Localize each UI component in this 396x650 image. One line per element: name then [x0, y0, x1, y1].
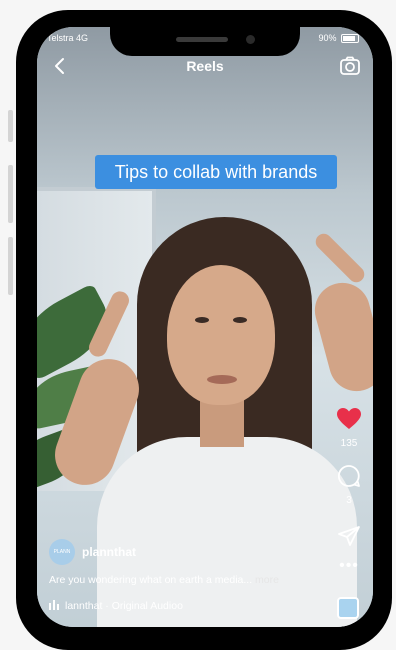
- audio-thumbnail[interactable]: [337, 597, 359, 619]
- more-icon[interactable]: •••: [333, 558, 365, 574]
- username[interactable]: plannthat: [82, 545, 136, 559]
- volume-down-button: [8, 237, 13, 295]
- person-eye: [233, 317, 247, 323]
- carrier-status: Telstra 4G: [47, 33, 88, 43]
- heart-icon[interactable]: [337, 408, 361, 430]
- battery-icon: [341, 34, 359, 44]
- carrier-name: Telstra: [47, 33, 74, 43]
- post-description[interactable]: Are you wondering what on earth a media.…: [49, 574, 279, 586]
- audio-label: lannthat · Original Audioo: [65, 600, 183, 612]
- speaker-grille: [176, 37, 228, 42]
- person-shirt: [97, 437, 357, 627]
- volume-up-button: [8, 165, 13, 223]
- network-type: 4G: [76, 33, 89, 43]
- person-eye: [195, 317, 209, 323]
- description-text: Are you wondering what on earth a media.…: [49, 574, 253, 586]
- front-camera: [246, 35, 255, 44]
- more-link[interactable]: more: [255, 574, 279, 586]
- side-button: [8, 110, 13, 142]
- phone-notch: [110, 10, 300, 56]
- page-title: Reels: [186, 58, 224, 74]
- like-count: 135: [340, 438, 358, 449]
- video-caption: Tips to collab with brands: [95, 155, 337, 189]
- reels-screen[interactable]: Tips to collab with brands Telstra 4G 90…: [37, 27, 373, 627]
- battery-status: 90%: [318, 33, 359, 44]
- person-lips: [207, 375, 237, 384]
- person-face: [167, 265, 275, 405]
- avatar[interactable]: PLANN: [49, 539, 75, 565]
- camera-icon[interactable]: [339, 55, 361, 77]
- equalizer-icon: [49, 600, 61, 610]
- share-icon[interactable]: [337, 525, 361, 547]
- battery-level: 90%: [318, 33, 337, 43]
- audio-info[interactable]: lannthat · Original Audioo: [49, 600, 183, 612]
- comment-icon[interactable]: [337, 464, 361, 488]
- comment-count: 3: [346, 495, 352, 506]
